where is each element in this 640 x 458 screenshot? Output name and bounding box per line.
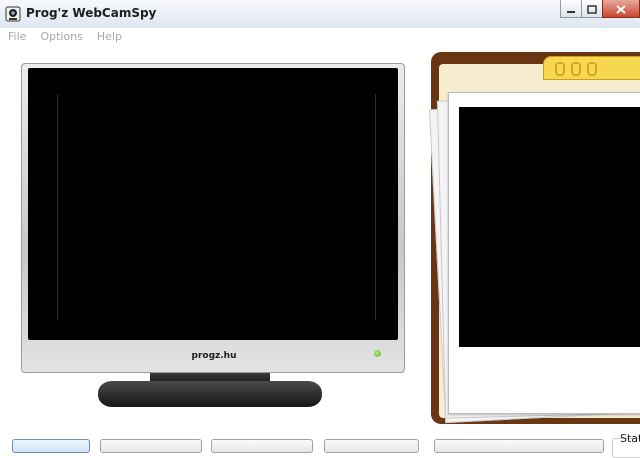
- menu-bar: File Options Help: [0, 28, 640, 46]
- monitor-bezel: progz.hu: [21, 63, 405, 373]
- menu-options[interactable]: Options: [32, 28, 88, 46]
- folder-tab-rings-icon: [555, 62, 597, 76]
- control-button-1[interactable]: [12, 439, 90, 453]
- snapshot-image: [459, 107, 640, 347]
- close-button[interactable]: [602, 0, 640, 18]
- power-led-icon: [374, 350, 381, 357]
- status-label: Stat: [620, 432, 640, 445]
- folder-tab[interactable]: [543, 56, 640, 80]
- webcam-preview-monitor: progz.hu: [18, 60, 410, 412]
- control-button-5[interactable]: [434, 439, 604, 453]
- minimize-icon: [566, 0, 576, 18]
- snapshot-photo-frame: [448, 92, 640, 414]
- window-title: Prog'z WebCamSpy: [26, 6, 157, 20]
- control-button-3[interactable]: [211, 439, 313, 453]
- menu-help[interactable]: Help: [89, 28, 128, 46]
- webcam-app-icon: [5, 6, 21, 22]
- monitor-brand-label: progz.hu: [191, 351, 237, 361]
- snapshot-folder: [428, 52, 640, 424]
- live-video-screen: [28, 68, 398, 340]
- folder-paper: [428, 56, 640, 424]
- control-button-2[interactable]: [100, 439, 202, 453]
- minimize-button[interactable]: [560, 0, 582, 18]
- monitor-stand-base: [98, 381, 322, 407]
- close-icon: [616, 0, 626, 18]
- control-button-4[interactable]: [324, 439, 419, 453]
- screen-edge-line: [57, 94, 58, 320]
- menu-file[interactable]: File: [0, 28, 32, 46]
- window-controls: [560, 0, 640, 20]
- maximize-icon: [587, 0, 597, 18]
- maximize-button[interactable]: [581, 0, 603, 18]
- title-bar: Prog'z WebCamSpy: [0, 0, 640, 29]
- screen-edge-line: [375, 94, 376, 320]
